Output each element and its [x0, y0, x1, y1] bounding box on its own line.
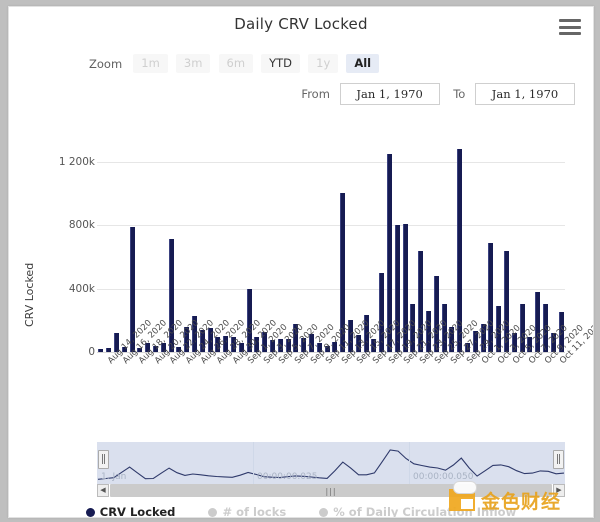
- from-label: From: [301, 87, 330, 101]
- legend-marker-icon: [319, 508, 328, 517]
- navigator-label-0: 1. Jan: [101, 472, 126, 482]
- to-label: To: [453, 87, 465, 101]
- watermark-bubble-icon: [453, 481, 477, 494]
- navigator-tick-1: [253, 442, 254, 484]
- watermark: 金色财经: [447, 485, 587, 515]
- navigator-handle-left[interactable]: [98, 450, 109, 469]
- scrollbar-left-arrow[interactable]: ◀: [97, 484, 109, 497]
- y-tick-label: 1 200k: [43, 156, 95, 168]
- zoom-label: Zoom: [89, 57, 122, 71]
- legend-marker-icon: [86, 508, 95, 517]
- range-button-1m[interactable]: 1m: [133, 54, 168, 73]
- y-tick-label: 800k: [43, 219, 95, 231]
- watermark-text: 金色财经: [481, 487, 561, 514]
- legend-marker-icon: [208, 508, 217, 517]
- chart-widget: Daily CRV Locked Zoom 1m 3m 6m YTD 1y Al…: [8, 6, 594, 518]
- range-button-all[interactable]: All: [346, 54, 379, 73]
- range-button-ytd[interactable]: YTD: [261, 54, 300, 73]
- bar[interactable]: [106, 348, 111, 352]
- page-title: Daily CRV Locked: [9, 15, 593, 33]
- navigator-tick-2: [409, 442, 410, 484]
- hamburger-icon[interactable]: [559, 19, 581, 35]
- range-button-6m[interactable]: 6m: [219, 54, 254, 73]
- from-date-input[interactable]: Jan 1, 1970: [340, 83, 440, 105]
- legend-label: CRV Locked: [100, 505, 176, 518]
- to-date-input[interactable]: Jan 1, 1970: [475, 83, 575, 105]
- x-axis-ticks: Aug 14, 2020Aug 16, 2020Aug 18, 2020Aug …: [9, 357, 593, 419]
- y-tick-label: 400k: [43, 283, 95, 295]
- navigator-handle-right[interactable]: [553, 450, 564, 469]
- navigator[interactable]: 1. Jan 00:00:00.025 00:00:00.050: [97, 442, 565, 484]
- scrollbar-grip: |||: [325, 487, 336, 496]
- legend-item-number-of-locks[interactable]: # of locks: [208, 505, 286, 518]
- range-selector: Zoom 1m 3m 6m YTD 1y All: [89, 53, 382, 75]
- y-axis-ticks: 0400k800k1 200k: [31, 127, 95, 357]
- bar[interactable]: [98, 349, 103, 352]
- range-button-3m[interactable]: 3m: [176, 54, 211, 73]
- legend-label: # of locks: [222, 505, 286, 518]
- legend-item-crv-locked[interactable]: CRV Locked: [86, 505, 176, 518]
- range-button-1y[interactable]: 1y: [308, 54, 338, 73]
- date-range-controls: From Jan 1, 1970 To Jan 1, 1970: [301, 83, 575, 105]
- navigator-series: [97, 442, 565, 484]
- navigator-label-1: 00:00:00.025: [257, 472, 317, 482]
